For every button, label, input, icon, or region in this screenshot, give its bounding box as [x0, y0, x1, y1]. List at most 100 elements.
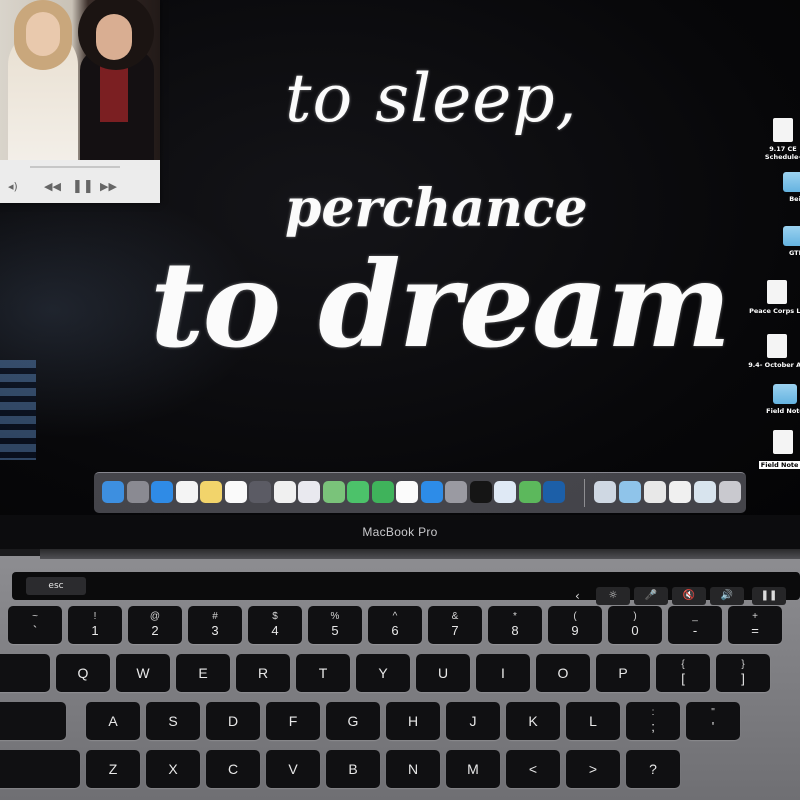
- folder-icon[interactable]: [619, 481, 641, 503]
- desktop-file-field-note-2[interactable]: Field Note 2: [748, 430, 800, 473]
- key-i[interactable]: I: [476, 654, 530, 692]
- preferences-icon[interactable]: [445, 481, 467, 503]
- quicktime-icon[interactable]: [543, 481, 565, 503]
- imovie-icon[interactable]: [249, 481, 271, 503]
- key-[[interactable]: {[: [656, 654, 710, 692]
- key-label: C: [227, 761, 239, 777]
- key-3[interactable]: V: [266, 750, 320, 788]
- desktop-folder-gti[interactable]: GTI: [760, 226, 800, 257]
- esc-key[interactable]: esc: [26, 577, 86, 595]
- volume-icon[interactable]: 🔊: [710, 587, 744, 605]
- key-2[interactable]: C: [206, 750, 260, 788]
- facetime-icon[interactable]: [371, 481, 394, 503]
- key-4[interactable]: $4: [248, 606, 302, 644]
- desktop-folder-field-note[interactable]: Field Note: [750, 384, 800, 415]
- key-0[interactable]: ) 0: [608, 606, 662, 644]
- desktop-file-peace-corps[interactable]: Peace Corps Le: [742, 280, 800, 315]
- key-1[interactable]: ! 1: [68, 606, 122, 644]
- key-5[interactable]: % 5: [308, 606, 362, 644]
- tab-key[interactable]: [0, 654, 50, 692]
- key-7[interactable]: <: [506, 750, 560, 788]
- caps-lock-key[interactable]: [0, 702, 66, 740]
- key-1[interactable]: X: [146, 750, 200, 788]
- photos-app-icon[interactable]: [396, 481, 418, 503]
- finder-icon[interactable]: [102, 481, 124, 503]
- downloads-icon[interactable]: [594, 481, 616, 503]
- key-f[interactable]: F: [266, 702, 320, 740]
- key-9[interactable]: ?: [626, 750, 680, 788]
- key-d[interactable]: D: [206, 702, 260, 740]
- documents-icon[interactable]: [694, 481, 716, 503]
- music-mini-player[interactable]: ◂) ◀◀ ❚❚ ▶▶: [0, 0, 160, 203]
- key-y[interactable]: Y: [356, 654, 410, 692]
- key-o[interactable]: O: [536, 654, 590, 692]
- key-p[interactable]: P: [596, 654, 650, 692]
- key-][interactable]: }]: [716, 654, 770, 692]
- previous-track-button[interactable]: ◀◀: [44, 180, 61, 193]
- document-icon: [773, 118, 793, 142]
- key-4[interactable]: B: [326, 750, 380, 788]
- key-u[interactable]: U: [416, 654, 470, 692]
- key-5[interactable]: N: [386, 750, 440, 788]
- key-10[interactable]: " ': [686, 702, 740, 740]
- key-6[interactable]: ^ 6: [368, 606, 422, 644]
- key-9[interactable]: :;: [626, 702, 680, 740]
- pause-button[interactable]: ❚❚: [72, 179, 94, 194]
- key-g[interactable]: G: [326, 702, 380, 740]
- preview-icon[interactable]: [494, 481, 516, 503]
- key-7[interactable]: & 7: [428, 606, 482, 644]
- key-j[interactable]: J: [446, 702, 500, 740]
- key-k[interactable]: K: [506, 702, 560, 740]
- brightness-icon[interactable]: ☼: [596, 587, 630, 605]
- key-label: 7: [451, 623, 459, 638]
- volume-icon[interactable]: ◂): [8, 180, 18, 193]
- key-`[interactable]: ~ `: [8, 606, 62, 644]
- siri-icon[interactable]: 🎤: [634, 587, 668, 605]
- key--[interactable]: _ -: [668, 606, 722, 644]
- maps-icon[interactable]: [322, 481, 345, 503]
- key-8[interactable]: * 8: [488, 606, 542, 644]
- key-3[interactable]: #3: [188, 606, 242, 644]
- next-track-button[interactable]: ▶▶: [100, 180, 117, 193]
- shift-key[interactable]: [0, 750, 80, 788]
- key-s[interactable]: S: [146, 702, 200, 740]
- play-pause-icon[interactable]: ❚❚: [752, 587, 786, 605]
- key-q[interactable]: Q: [56, 654, 110, 692]
- key-label: 6: [391, 623, 399, 638]
- messages-icon[interactable]: [347, 481, 369, 503]
- key-2[interactable]: @2: [128, 606, 182, 644]
- key-h[interactable]: H: [386, 702, 440, 740]
- screenshot-icon[interactable]: [644, 481, 666, 503]
- numbers-icon[interactable]: [518, 481, 541, 503]
- key-t[interactable]: T: [296, 654, 350, 692]
- key-6[interactable]: M: [446, 750, 500, 788]
- app-store-icon[interactable]: [420, 481, 443, 503]
- key-8[interactable]: >: [566, 750, 620, 788]
- notes-icon[interactable]: [200, 481, 222, 503]
- desktop-file-schedule[interactable]: 9.17 CE Schedule-: [748, 118, 800, 161]
- chevron-left-icon[interactable]: ‹: [575, 587, 580, 605]
- desktop-folder-bei[interactable]: Bei: [760, 172, 800, 203]
- playback-progress[interactable]: [30, 166, 120, 168]
- trash-icon[interactable]: [719, 481, 741, 503]
- key-w[interactable]: W: [116, 654, 170, 692]
- key-l[interactable]: L: [566, 702, 620, 740]
- photos-icon[interactable]: [298, 481, 320, 503]
- key-e[interactable]: E: [176, 654, 230, 692]
- launchpad-icon[interactable]: [126, 481, 149, 503]
- itunes-icon[interactable]: [273, 481, 296, 503]
- key-0[interactable]: Z: [86, 750, 140, 788]
- screenshot2-icon[interactable]: [669, 481, 691, 503]
- mute-icon[interactable]: 🔇: [672, 587, 706, 605]
- key-9[interactable]: (9: [548, 606, 602, 644]
- calendar-icon[interactable]: [175, 481, 198, 503]
- reminders-icon[interactable]: [224, 481, 247, 503]
- desktop-file-october[interactable]: 9.4- October Au: [742, 334, 800, 369]
- key-label: 0: [631, 623, 639, 638]
- key-r[interactable]: R: [236, 654, 290, 692]
- key-a[interactable]: A: [86, 702, 140, 740]
- pandora-icon[interactable]: [469, 481, 492, 503]
- key-label: B: [348, 761, 358, 777]
- safari-icon[interactable]: [151, 481, 173, 503]
- key-=[interactable]: + =: [728, 606, 782, 644]
